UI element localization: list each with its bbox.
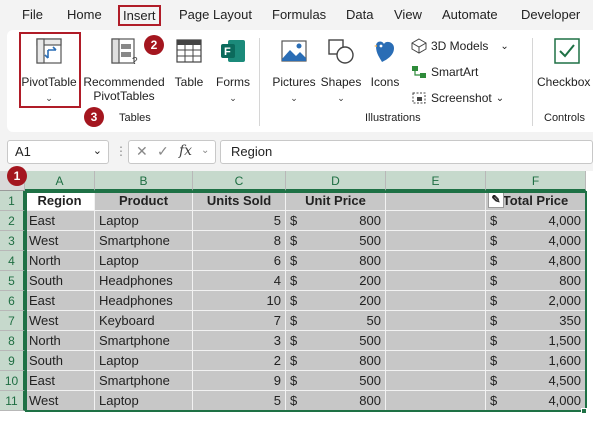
chevron-down-icon[interactable]: ⌄: [500, 41, 508, 52]
icons-button[interactable]: Icons: [365, 34, 405, 89]
recommended-label-1: Recommended: [83, 75, 165, 89]
row-header[interactable]: 10: [0, 371, 25, 391]
group-divider: [532, 38, 533, 126]
smartart-icon: [412, 66, 426, 78]
chevron-down-icon[interactable]: ⌄: [213, 93, 253, 103]
shapes-label: Shapes: [320, 75, 362, 89]
column-header-d[interactable]: D: [286, 171, 386, 191]
insert-function-icon[interactable]: fx: [179, 143, 192, 159]
recommended-pivottables-icon: ?: [111, 38, 138, 67]
menu-formulas[interactable]: Formulas: [272, 7, 326, 22]
column-header-f[interactable]: F: [486, 171, 586, 191]
menu-developer[interactable]: Developer: [521, 7, 580, 22]
enter-icon[interactable]: ✓: [157, 143, 169, 160]
fill-handle[interactable]: [581, 408, 587, 414]
name-box-value: A1: [15, 144, 31, 159]
smartart-button[interactable]: SmartArt: [411, 64, 478, 80]
cube-icon: [411, 38, 427, 54]
row-header[interactable]: 7: [0, 311, 25, 331]
formula-controls: ✕ ✓ fx ⌄: [128, 140, 216, 164]
menu-data[interactable]: Data: [346, 7, 373, 22]
screenshot-label: Screenshot: [431, 91, 492, 105]
column-header-a[interactable]: A: [25, 171, 95, 191]
selection-border: [25, 191, 587, 412]
forms-label: Forms: [216, 75, 250, 89]
shapes-button[interactable]: Shapes ⌄: [319, 34, 363, 103]
smartart-label: SmartArt: [431, 65, 479, 79]
icons-label: Icons: [370, 75, 400, 89]
bird-icon: [374, 41, 394, 62]
row-header[interactable]: 5: [0, 271, 25, 291]
controls-group-label: Controls: [544, 112, 585, 124]
table-icon: [176, 39, 202, 63]
menu-view[interactable]: View: [394, 7, 422, 22]
3d-models-button[interactable]: 3D Models ⌄: [411, 38, 509, 54]
name-box[interactable]: A1 ⌄: [7, 140, 109, 164]
screenshot-icon: [412, 92, 426, 104]
row-header[interactable]: 11: [0, 391, 25, 411]
step-badge-3: 3: [84, 107, 104, 127]
illustrations-group-label: Illustrations: [365, 112, 421, 124]
pivottable-highlight: [19, 32, 81, 108]
svg-text:?: ?: [132, 56, 138, 66]
row-header[interactable]: 2: [0, 211, 25, 231]
formula-input[interactable]: Region: [220, 140, 593, 164]
svg-text:F: F: [224, 46, 231, 58]
row-header[interactable]: 6: [0, 291, 25, 311]
pictures-label: Pictures: [272, 75, 316, 89]
chevron-down-icon[interactable]: ⌄: [93, 144, 102, 157]
forms-button[interactable]: F Forms ⌄: [213, 34, 253, 103]
checkbox-label: Checkbox: [537, 75, 591, 89]
recommended-label-2: PivotTables: [93, 89, 155, 103]
menu-page-layout[interactable]: Page Layout: [179, 7, 252, 22]
menu-home[interactable]: Home: [67, 7, 102, 22]
screenshot-button[interactable]: Screenshot ⌄: [411, 90, 504, 106]
cancel-icon[interactable]: ✕: [136, 143, 148, 160]
3d-models-label: 3D Models: [431, 39, 489, 53]
table-button[interactable]: Table: [171, 34, 207, 89]
menu-insert[interactable]: Insert: [118, 5, 161, 26]
tables-group-label: Tables: [119, 112, 151, 124]
checkbox-button[interactable]: Checkbox: [537, 34, 593, 89]
formula-bar: A1 ⌄ ⋮ ✕ ✓ fx ⌄ Region: [0, 136, 593, 168]
pictures-icon: [281, 40, 307, 62]
row-header[interactable]: 4: [0, 251, 25, 271]
row-header[interactable]: 1: [0, 191, 25, 211]
menu-bar: File Home Insert Page Layout Formulas Da…: [0, 0, 593, 32]
chevron-down-icon[interactable]: ⌄: [201, 145, 209, 156]
step-badge-1: 1: [7, 166, 27, 186]
chevron-down-icon[interactable]: ⌄: [496, 93, 504, 104]
column-header-c[interactable]: C: [193, 171, 286, 191]
forms-icon: F: [221, 40, 245, 62]
spreadsheet-grid: A B C D E F 1 Region Product Units Sold Unit…: [0, 171, 593, 422]
row-header[interactable]: 9: [0, 351, 25, 371]
menu-file[interactable]: File: [22, 7, 43, 22]
table-label: Table: [174, 75, 204, 89]
chevron-down-icon[interactable]: ⌄: [319, 93, 363, 103]
column-header-e[interactable]: E: [386, 171, 486, 191]
pictures-button[interactable]: Pictures ⌄: [269, 34, 319, 103]
menu-automate[interactable]: Automate: [442, 7, 498, 22]
shapes-icon: [328, 39, 354, 64]
row-header[interactable]: 8: [0, 331, 25, 351]
group-divider: [259, 38, 260, 126]
step-badge-2: 2: [144, 35, 164, 55]
chevron-down-icon[interactable]: ⌄: [269, 93, 319, 103]
column-header-b[interactable]: B: [95, 171, 193, 191]
checkbox-icon: [554, 38, 580, 64]
more-options-icon: ⋮: [115, 144, 127, 158]
row-header[interactable]: 3: [0, 231, 25, 251]
